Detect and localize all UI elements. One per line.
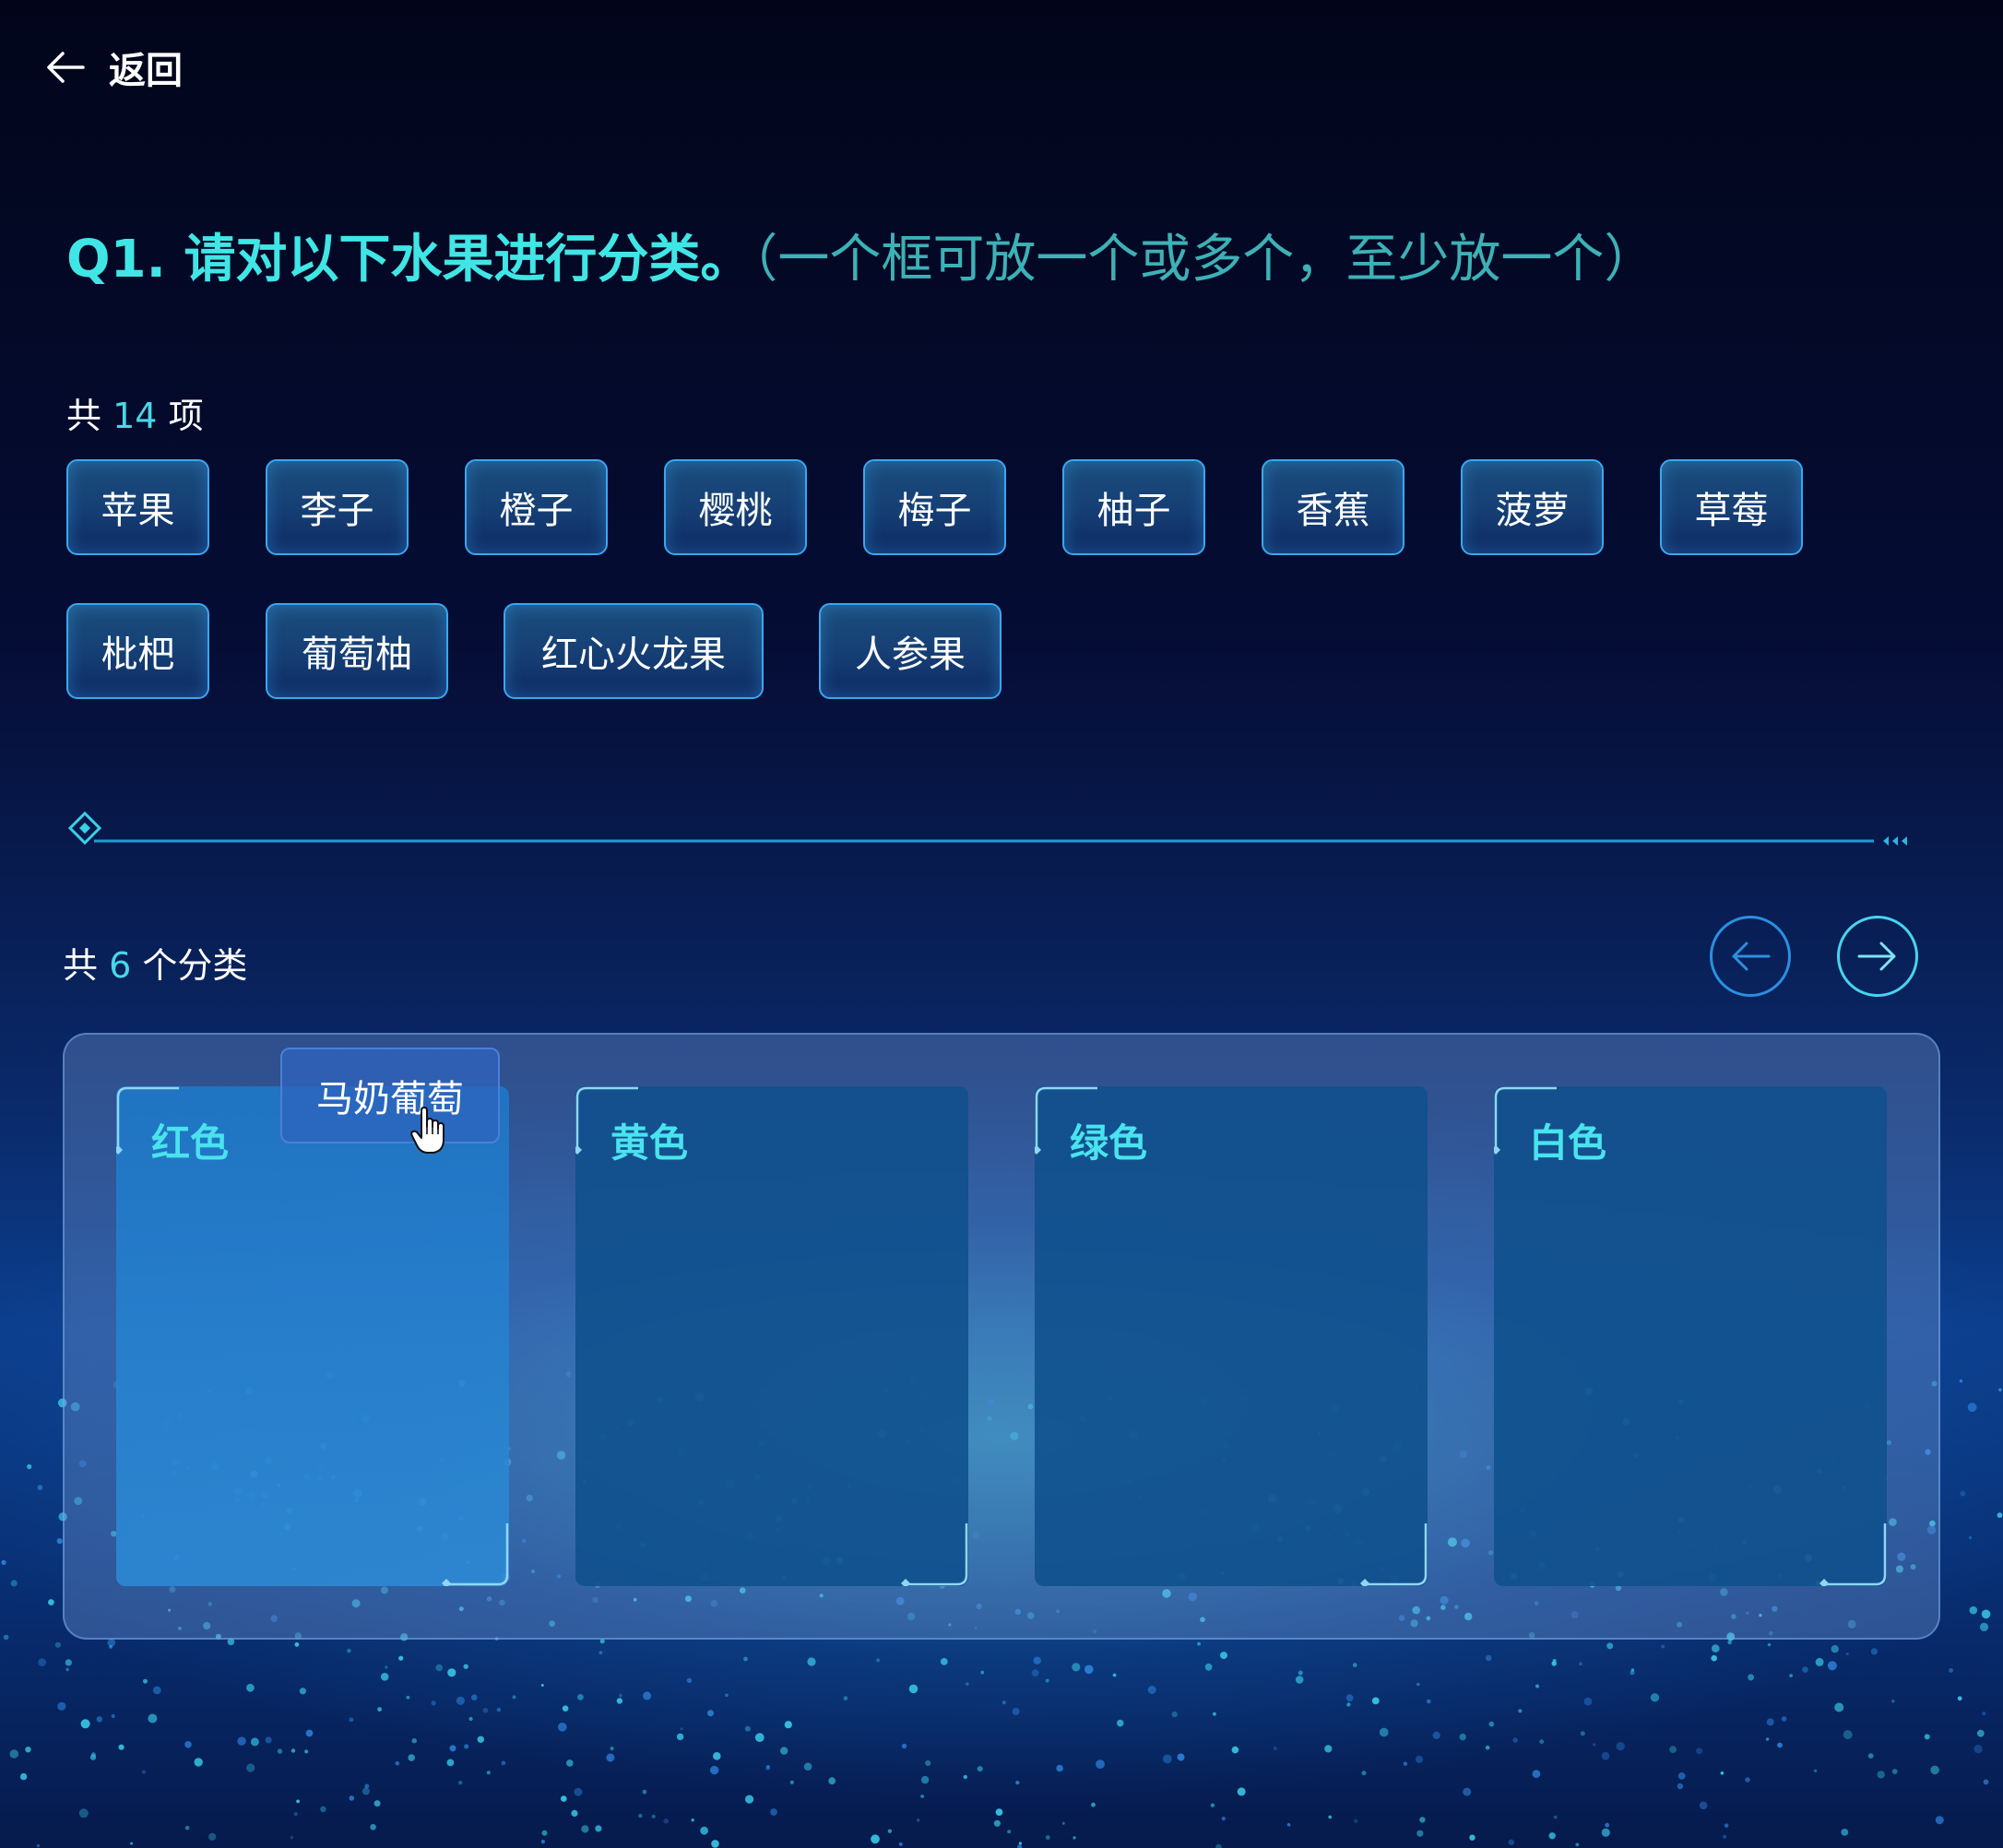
back-label: 返回 — [109, 50, 183, 92]
items-count-number: 14 — [113, 396, 158, 436]
category-title: 黄色 — [610, 1120, 689, 1166]
item-chip[interactable]: 橙子 — [465, 459, 608, 555]
item-chip[interactable]: 樱桃 — [664, 459, 807, 555]
item-chip[interactable]: 柚子 — [1062, 459, 1205, 555]
items-count: 共 14 项 — [66, 396, 204, 436]
category-title: 绿色 — [1070, 1120, 1148, 1166]
item-chip[interactable]: 草莓 — [1660, 459, 1803, 555]
item-chip[interactable]: 枇杷 — [66, 603, 209, 699]
categories-count-number: 6 — [109, 945, 132, 986]
question-main: Q1. 请对以下水果进行分类。 — [66, 230, 753, 290]
item-chip[interactable]: 李子 — [266, 459, 409, 555]
item-chip[interactable]: 菠萝 — [1461, 459, 1604, 555]
item-chip[interactable]: 葡萄柚 — [266, 603, 448, 699]
item-chip[interactable]: 人参果 — [819, 603, 1002, 699]
category-box-red[interactable]: 红色 — [116, 1086, 509, 1586]
hand-pointer-icon — [410, 1107, 444, 1154]
arrow-left-icon — [1732, 942, 1771, 971]
prev-page-button[interactable] — [1710, 916, 1791, 997]
item-chip[interactable]: 红心火龙果 — [504, 603, 764, 699]
question-title: Q1. 请对以下水果进行分类。（一个框可放一个或多个，至少放一个） — [66, 218, 1655, 292]
dragging-item-chip[interactable]: 马奶葡萄 — [280, 1048, 500, 1143]
category-box-yellow[interactable]: 黄色 — [575, 1086, 968, 1586]
category-box-green[interactable]: 绿色 — [1035, 1086, 1428, 1586]
arrow-right-icon — [1857, 942, 1896, 971]
category-title: 白色 — [1529, 1120, 1607, 1166]
section-divider — [67, 811, 1907, 846]
back-button[interactable]: 返回 — [42, 41, 183, 94]
categories-count: 共 6 个分类 — [63, 945, 248, 986]
next-page-button[interactable] — [1837, 916, 1918, 997]
arrow-left-icon — [47, 52, 85, 83]
question-hint: （一个框可放一个或多个，至少放一个） — [752, 230, 1656, 290]
item-chip[interactable]: 香蕉 — [1262, 459, 1404, 555]
item-chip[interactable]: 苹果 — [66, 459, 209, 555]
category-title: 红色 — [151, 1120, 230, 1166]
item-chip[interactable]: 梅子 — [863, 459, 1006, 555]
category-box-white[interactable]: 白色 — [1494, 1086, 1887, 1586]
